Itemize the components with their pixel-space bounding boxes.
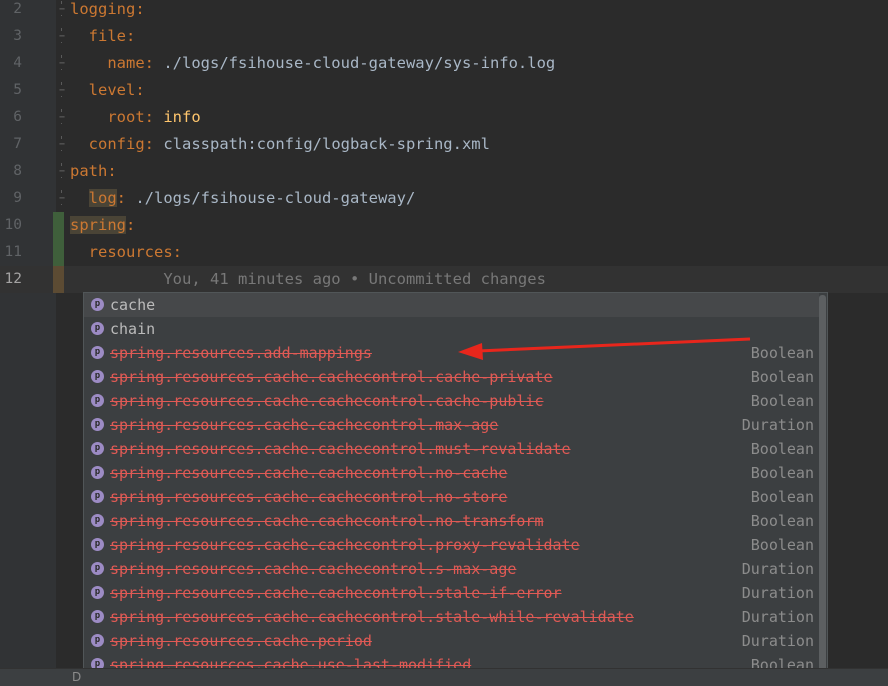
code-editor[interactable]: 2 − logging: 3 − file: 4 − name: ./logs/… — [0, 0, 888, 686]
status-text: D — [72, 670, 82, 684]
status-bar: D — [0, 668, 888, 686]
annotation-arrow-icon — [458, 337, 751, 360]
